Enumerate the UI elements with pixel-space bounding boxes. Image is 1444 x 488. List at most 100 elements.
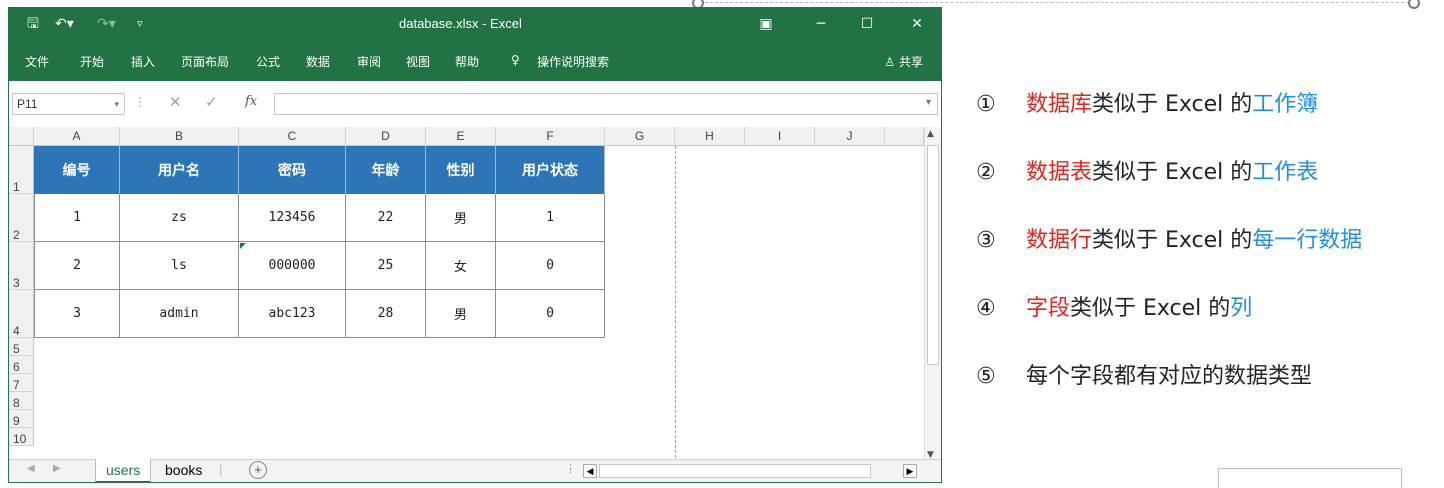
split-handle-icon[interactable]: ⋮ bbox=[565, 462, 576, 475]
share-button[interactable]: ♙ 共享 bbox=[884, 53, 923, 70]
table-cell[interactable]: 男 bbox=[426, 290, 496, 338]
row-header[interactable]: 7 bbox=[9, 374, 34, 392]
table-header-cell[interactable]: 编号 bbox=[34, 146, 120, 194]
formula-input[interactable]: ▾ bbox=[274, 93, 938, 115]
column-header[interactable]: B bbox=[120, 127, 239, 146]
scroll-left-icon[interactable]: ◀ bbox=[583, 464, 597, 478]
close-button[interactable]: ✕ bbox=[905, 13, 929, 35]
table-cell[interactable]: 0 bbox=[496, 290, 605, 338]
table-cell[interactable]: 男 bbox=[426, 194, 496, 242]
select-all-corner[interactable] bbox=[9, 127, 34, 146]
row-header[interactable]: 6 bbox=[9, 356, 34, 374]
row-header[interactable]: 5 bbox=[9, 338, 34, 356]
vertical-scrollbar[interactable]: ▲ ▼ bbox=[924, 127, 941, 462]
column-header[interactable]: G bbox=[605, 127, 675, 146]
tab-divider: | bbox=[219, 462, 223, 477]
table-header-cell[interactable]: 用户名 bbox=[120, 146, 239, 194]
table-cell[interactable]: 0 bbox=[496, 242, 605, 290]
note-term: 字段 bbox=[1026, 296, 1071, 321]
minimize-button[interactable]: ─ bbox=[809, 13, 833, 35]
row-header[interactable]: 1 bbox=[9, 146, 34, 194]
table-cell[interactable]: 28 bbox=[346, 290, 426, 338]
note-term: 数据表 bbox=[1026, 160, 1093, 185]
resize-handle[interactable] bbox=[1408, 0, 1420, 9]
row-header[interactable]: 4 bbox=[9, 290, 34, 338]
insert-function-icon[interactable]: fx bbox=[245, 94, 257, 109]
row-header[interactable]: 3 bbox=[9, 242, 34, 290]
row-header[interactable]: 2 bbox=[9, 194, 34, 242]
column-header[interactable]: J bbox=[815, 127, 885, 146]
maximize-button[interactable]: ☐ bbox=[855, 13, 879, 35]
tab-file[interactable]: 文件 bbox=[25, 53, 49, 70]
column-header[interactable]: A bbox=[34, 127, 120, 146]
table-cell[interactable]: admin bbox=[120, 290, 239, 338]
column-header[interactable]: I bbox=[745, 127, 815, 146]
tell-me-search[interactable]: 操作说明搜索 bbox=[537, 53, 609, 70]
note-number: ③ bbox=[976, 228, 996, 253]
enter-icon[interactable]: ✓ bbox=[205, 93, 218, 111]
table-cell[interactable]: 1 bbox=[496, 194, 605, 242]
customize-icon[interactable]: ▿ bbox=[137, 16, 143, 32]
table-header-cell[interactable]: 用户状态 bbox=[496, 146, 605, 194]
column-header[interactable]: H bbox=[675, 127, 745, 146]
sheet-tab-users[interactable]: users bbox=[95, 459, 152, 482]
note-text: 类似于 Excel 的 bbox=[1092, 228, 1253, 253]
restore-ribbon-icon[interactable]: ▣ bbox=[754, 13, 778, 35]
horizontal-scroll-thumb[interactable] bbox=[599, 464, 871, 478]
sheet-tab-books[interactable]: books bbox=[155, 459, 212, 482]
tab-review[interactable]: 审阅 bbox=[357, 53, 381, 70]
table-cell[interactable]: 22 bbox=[346, 194, 426, 242]
column-header[interactable]: D bbox=[346, 127, 426, 146]
prev-sheet-icon[interactable]: ◀ bbox=[27, 463, 35, 474]
row-header[interactable]: 8 bbox=[9, 392, 34, 410]
note-term: 数据行 bbox=[1026, 228, 1093, 253]
column-header[interactable] bbox=[885, 127, 924, 146]
table-cell[interactable]: 1 bbox=[34, 194, 120, 242]
tab-view[interactable]: 视图 bbox=[406, 53, 430, 70]
scroll-thumb[interactable] bbox=[927, 145, 939, 365]
table-cell[interactable]: 女 bbox=[426, 242, 496, 290]
scroll-right-icon[interactable]: ▶ bbox=[903, 464, 917, 478]
tab-insert[interactable]: 插入 bbox=[131, 53, 155, 70]
tab-data[interactable]: 数据 bbox=[306, 53, 330, 70]
column-header[interactable]: E bbox=[426, 127, 496, 146]
redo-icon[interactable]: ↷▾ bbox=[97, 16, 116, 32]
undo-icon[interactable]: ↶▾ bbox=[55, 16, 74, 32]
next-sheet-icon[interactable]: ▶ bbox=[53, 463, 61, 474]
save-icon[interactable]: 🖫 bbox=[27, 16, 39, 32]
note-number: ① bbox=[976, 92, 996, 117]
row-header[interactable]: 9 bbox=[9, 410, 34, 428]
column-header[interactable]: C bbox=[239, 127, 346, 146]
table-cell[interactable]: abc123 bbox=[239, 290, 346, 338]
table-cell[interactable]: 123456 bbox=[239, 194, 346, 242]
note-text: 类似于 Excel 的 bbox=[1092, 160, 1253, 185]
note-equivalent: 列 bbox=[1230, 296, 1253, 321]
tab-page-layout[interactable]: 页面布局 bbox=[181, 53, 229, 70]
table-cell[interactable]: 3 bbox=[34, 290, 120, 338]
column-header[interactable]: F bbox=[496, 127, 605, 146]
table-cell[interactable]: 2 bbox=[34, 242, 120, 290]
note-item: ① 数据库类似于 Excel 的工作簿 bbox=[976, 86, 1318, 118]
table-header-cell[interactable]: 性别 bbox=[426, 146, 496, 194]
note-text: 类似于 Excel 的 bbox=[1092, 92, 1253, 117]
row-header[interactable]: 10 bbox=[9, 428, 34, 446]
note-number: ⑤ bbox=[976, 364, 996, 389]
chevron-down-icon[interactable]: ▾ bbox=[114, 94, 119, 114]
table-cell[interactable]: zs bbox=[120, 194, 239, 242]
table-cell[interactable]: ls bbox=[120, 242, 239, 290]
table-cell[interactable]: 000000 bbox=[239, 242, 346, 290]
cancel-icon[interactable]: ✕ bbox=[169, 93, 182, 111]
table-header-cell[interactable]: 年龄 bbox=[346, 146, 426, 194]
note-equivalent: 工作簿 bbox=[1252, 92, 1319, 117]
tab-help[interactable]: 帮助 bbox=[455, 53, 479, 70]
scroll-up-icon[interactable]: ▲ bbox=[927, 129, 934, 139]
table-header-cell[interactable]: 密码 bbox=[239, 146, 346, 194]
chevron-down-icon[interactable]: ▾ bbox=[926, 97, 931, 108]
tab-home[interactable]: 开始 bbox=[80, 53, 104, 70]
name-box[interactable]: P11 ▾ bbox=[12, 93, 125, 115]
note-term: 数据库 bbox=[1026, 92, 1093, 117]
tab-formulas[interactable]: 公式 bbox=[256, 53, 280, 70]
more-icon: ⋮ bbox=[134, 95, 146, 109]
table-cell[interactable]: 25 bbox=[346, 242, 426, 290]
add-sheet-icon[interactable]: + bbox=[249, 461, 267, 479]
